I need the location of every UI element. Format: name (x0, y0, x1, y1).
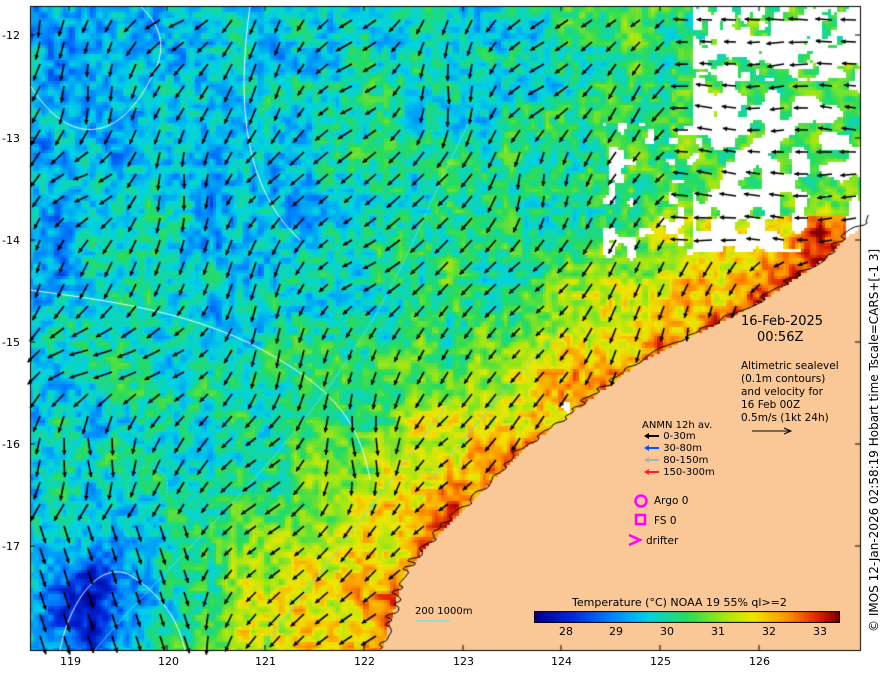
altimetry-note-line: and velocity for (741, 386, 823, 398)
anmn-legend-title: ANMN 12h av. (642, 420, 713, 431)
bathy-legend: 200 1000m (415, 606, 473, 617)
anmn-legend-label: 80-150m (663, 455, 709, 466)
lon-tick: 124 (551, 655, 572, 668)
anmn-legend-label: 150-300m (663, 467, 715, 478)
arrow-grey-icon (644, 457, 659, 463)
drifter-label: drifter (646, 535, 679, 547)
lat-tick: -16 (2, 438, 20, 451)
altimetry-note-line: (0.1m contours) (741, 373, 826, 385)
altimetry-note-line: 16 Feb 00Z (741, 399, 801, 411)
lat-tick: -17 (2, 540, 20, 553)
lon-tick: 125 (650, 655, 671, 668)
fs-label: FS 0 (654, 515, 677, 527)
scale-arrow-icon (752, 427, 793, 435)
colorbar (534, 611, 840, 623)
drifter-chevron-icon (628, 533, 644, 547)
anmn-legend-item: 80-150m (644, 455, 708, 466)
altimetry-note-line: Altimetric sealevel (741, 360, 839, 372)
lat-tick: -14 (2, 234, 20, 247)
lon-tick: 119 (60, 655, 81, 668)
lat-tick: -13 (2, 132, 20, 145)
colorbar-tick: 29 (609, 625, 623, 638)
argo-label: Argo 0 (654, 495, 689, 507)
sst-map-canvas (0, 0, 880, 680)
lon-tick: 121 (255, 655, 276, 668)
colorbar-tick: 33 (813, 625, 827, 638)
anmn-legend-item: 0-30m (644, 431, 696, 442)
lat-tick: -12 (2, 29, 20, 42)
fs-square-icon (634, 513, 647, 526)
colorbar-title: Temperature (°C) NOAA 19 55% ql>=2 (572, 596, 787, 609)
arrow-black-icon (644, 433, 659, 439)
anmn-legend-item: 30-80m (644, 443, 702, 454)
colorbar-tick: 30 (660, 625, 674, 638)
arrow-red-icon (644, 469, 659, 475)
arrow-blue-icon (644, 445, 659, 451)
map-date: 16-Feb-2025 (741, 314, 824, 329)
argo-circle-icon (634, 494, 648, 508)
anmn-legend-item: 150-300m (644, 467, 715, 478)
lat-tick: -15 (2, 336, 20, 349)
credit-text: © IMOS 12-Jan-2026 02:58:19 Hobart time … (867, 248, 880, 632)
lon-tick: 120 (158, 655, 179, 668)
anmn-legend-label: 30-80m (663, 443, 702, 454)
anmn-legend-label: 0-30m (663, 431, 696, 442)
lon-tick: 122 (354, 655, 375, 668)
map-time: 00:56Z (757, 330, 804, 345)
lon-tick: 126 (749, 655, 770, 668)
colorbar-tick: 32 (762, 625, 776, 638)
colorbar-tick: 31 (711, 625, 725, 638)
lon-tick: 123 (453, 655, 474, 668)
colorbar-tick: 28 (559, 625, 573, 638)
altimetry-note-line: 0.5m/s (1kt 24h) (741, 412, 829, 424)
